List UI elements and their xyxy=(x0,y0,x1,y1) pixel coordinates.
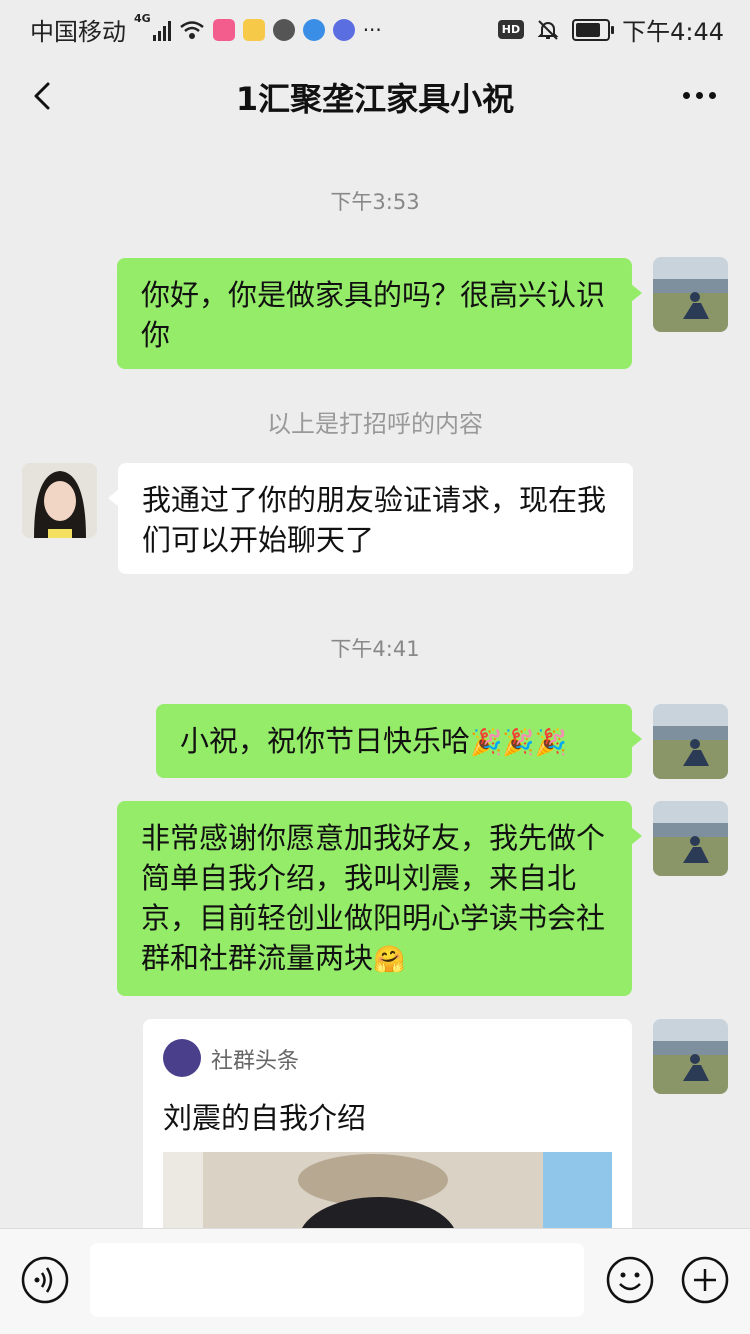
timestamp: 下午4:41 xyxy=(330,637,420,661)
mute-icon xyxy=(537,19,559,40)
card-title: 刘震的自我介绍 xyxy=(163,1101,367,1135)
card-source: 社群头条 xyxy=(211,1049,300,1074)
clock: 下午4:44 xyxy=(622,18,724,46)
shared-article-card[interactable]: 社群头条 刘震的自我介绍 xyxy=(143,1019,632,1249)
party-popper-emoji: 🎉🎉🎉 xyxy=(470,728,568,758)
my-avatar[interactable] xyxy=(653,704,728,779)
my-avatar[interactable] xyxy=(653,1019,728,1094)
carrier-label: 中国移动 xyxy=(30,18,126,46)
message-bubble-outgoing[interactable]: 小祝，祝你节日快乐哈🎉🎉🎉 xyxy=(156,704,642,778)
message-bubble-incoming[interactable]: 我通过了你的朋友验证请求，现在我们可以开始聊天了 xyxy=(108,463,633,574)
emoji-icon[interactable] xyxy=(605,1255,655,1305)
chat-header: 1汇聚垄江家具小祝 xyxy=(0,52,750,140)
hd-badge: HD xyxy=(497,20,525,39)
voice-icon[interactable] xyxy=(20,1255,70,1305)
hug-emoji: 🤗 xyxy=(373,945,406,975)
contact-avatar[interactable] xyxy=(22,463,97,538)
plus-icon[interactable] xyxy=(680,1255,730,1305)
more-notifications-icon: ··· xyxy=(362,17,382,42)
message-text: 我通过了你的朋友验证请求，现在我们可以开始聊天了 xyxy=(142,483,607,557)
message-app-icon xyxy=(272,18,295,41)
browser-app-icon xyxy=(302,18,325,41)
timestamp: 下午3:53 xyxy=(330,190,420,214)
wifi-icon xyxy=(179,20,204,39)
system-note: 以上是打招呼的内容 xyxy=(267,410,483,438)
music-app-icon xyxy=(332,18,355,41)
message-text: 你好，你是做家具的吗？很高兴认识你 xyxy=(141,278,606,352)
more-icon[interactable] xyxy=(683,92,716,99)
battery-icon xyxy=(572,18,615,41)
message-bubble-outgoing[interactable]: 你好，你是做家具的吗？很高兴认识你 xyxy=(117,258,642,369)
source-logo-icon xyxy=(163,1039,201,1077)
chat-title: 1汇聚垄江家具小祝 xyxy=(235,80,515,118)
status-bar: 中国移动 4G ··· HD 下午4:44 xyxy=(0,0,750,52)
my-avatar[interactable] xyxy=(653,801,728,876)
notes-app-icon xyxy=(242,18,265,41)
message-bubble-outgoing[interactable]: 非常感谢你愿意加我好友，我先做个简单自我介绍，我叫刘震，来自北京，目前轻创业做阳… xyxy=(117,801,642,996)
signal-icon xyxy=(152,19,171,41)
message-text: 小祝，祝你节日快乐哈 xyxy=(180,724,471,758)
message-input[interactable] xyxy=(90,1243,584,1317)
network-type: 4G xyxy=(134,12,151,25)
bilibili-app-icon xyxy=(212,18,235,41)
my-avatar[interactable] xyxy=(653,257,728,332)
input-bar xyxy=(0,1228,750,1334)
